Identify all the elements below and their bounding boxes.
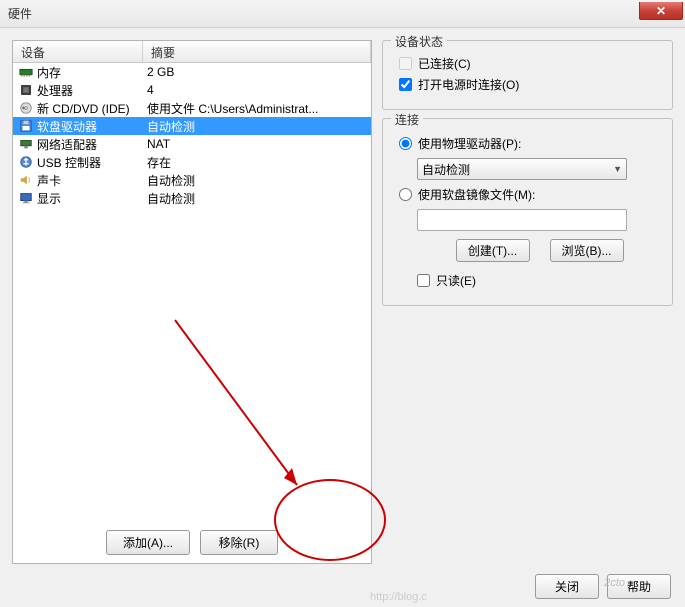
connect-poweron-label: 打开电源时连接(O)	[418, 76, 519, 93]
usb-icon	[17, 155, 35, 169]
col-summary[interactable]: 摘要	[143, 41, 371, 62]
sound-icon	[17, 173, 35, 187]
device-summary: 自动检测	[143, 118, 367, 135]
use-image-label: 使用软盘镜像文件(M):	[418, 186, 535, 203]
physical-drive-value: 自动检测	[422, 161, 470, 178]
table-row[interactable]: 内存2 GB	[13, 63, 371, 81]
use-physical-radio-row[interactable]: 使用物理驱动器(P):	[399, 135, 662, 152]
device-summary: 4	[143, 83, 367, 97]
connect-poweron-checkbox[interactable]	[399, 78, 412, 91]
device-status-group: 设备状态 已连接(C) 打开电源时连接(O)	[382, 40, 673, 110]
table-header: 设备 摘要	[13, 41, 371, 63]
cpu-icon	[17, 83, 35, 97]
table-row[interactable]: 处理器4	[13, 81, 371, 99]
readonly-checkbox-row[interactable]: 只读(E)	[417, 272, 662, 289]
connected-checkbox-row[interactable]: 已连接(C)	[399, 55, 662, 72]
connection-group-title: 连接	[391, 111, 423, 128]
table-row[interactable]: 软盘驱动器自动检测	[13, 117, 371, 135]
browse-button[interactable]: 浏览(B)...	[550, 239, 624, 262]
table-row[interactable]: USB 控制器存在	[13, 153, 371, 171]
help-button[interactable]: 帮助	[607, 574, 671, 599]
titlebar: 硬件 ✕	[0, 0, 685, 28]
use-physical-label: 使用物理驱动器(P):	[418, 135, 521, 152]
use-physical-radio[interactable]	[399, 137, 412, 150]
close-icon: ✕	[656, 4, 666, 18]
connection-group: 连接 使用物理驱动器(P): 自动检测 ▼ 使用软盘镜像文件(M): 创建(T)…	[382, 118, 673, 306]
device-summary: 自动检测	[143, 172, 367, 189]
device-summary: 2 GB	[143, 65, 367, 79]
image-path-input[interactable]	[417, 209, 627, 231]
connect-poweron-checkbox-row[interactable]: 打开电源时连接(O)	[399, 76, 662, 93]
device-name: 新 CD/DVD (IDE)	[35, 100, 143, 117]
device-name: 显示	[35, 190, 143, 207]
device-name: 处理器	[35, 82, 143, 99]
floppy-icon	[17, 119, 35, 133]
table-row[interactable]: 网络适配器NAT	[13, 135, 371, 153]
device-name: 软盘驱动器	[35, 118, 143, 135]
cd-icon	[17, 101, 35, 115]
watermark-url: http://blog.c	[370, 591, 427, 603]
device-name: 声卡	[35, 172, 143, 189]
device-summary: 自动检测	[143, 190, 367, 207]
use-image-radio[interactable]	[399, 188, 412, 201]
connected-label: 已连接(C)	[418, 55, 471, 72]
device-list-panel: 设备 摘要 内存2 GB处理器4新 CD/DVD (IDE)使用文件 C:\Us…	[12, 40, 372, 564]
readonly-label: 只读(E)	[436, 272, 476, 289]
chevron-down-icon: ▼	[613, 164, 622, 174]
readonly-checkbox[interactable]	[417, 274, 430, 287]
connected-checkbox[interactable]	[399, 57, 412, 70]
device-name: 网络适配器	[35, 136, 143, 153]
network-icon	[17, 137, 35, 151]
close-window-button[interactable]: ✕	[639, 2, 683, 20]
close-button[interactable]: 关闭	[535, 574, 599, 599]
device-table-body: 内存2 GB处理器4新 CD/DVD (IDE)使用文件 C:\Users\Ad…	[13, 63, 371, 207]
device-name: USB 控制器	[35, 154, 143, 171]
status-group-title: 设备状态	[391, 33, 447, 50]
memory-icon	[17, 65, 35, 79]
display-icon	[17, 191, 35, 205]
device-name: 内存	[35, 64, 143, 81]
create-button[interactable]: 创建(T)...	[456, 239, 530, 262]
table-row[interactable]: 新 CD/DVD (IDE)使用文件 C:\Users\Administrat.…	[13, 99, 371, 117]
add-button[interactable]: 添加(A)...	[106, 530, 190, 555]
device-summary: 使用文件 C:\Users\Administrat...	[143, 100, 367, 117]
col-device[interactable]: 设备	[13, 41, 143, 62]
table-row[interactable]: 声卡自动检测	[13, 171, 371, 189]
window-title: 硬件	[8, 5, 32, 22]
use-image-radio-row[interactable]: 使用软盘镜像文件(M):	[399, 186, 662, 203]
physical-drive-select[interactable]: 自动检测 ▼	[417, 158, 627, 180]
remove-button[interactable]: 移除(R)	[200, 530, 278, 555]
device-summary: NAT	[143, 137, 367, 151]
table-row[interactable]: 显示自动检测	[13, 189, 371, 207]
device-summary: 存在	[143, 154, 367, 171]
